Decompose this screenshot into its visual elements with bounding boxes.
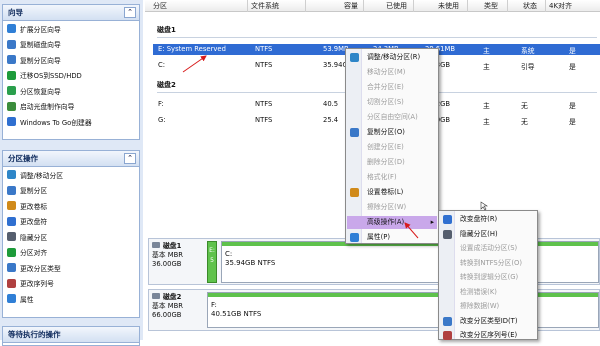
mouse-cursor-icon <box>480 201 488 211</box>
arrow-to-system-reserved <box>182 55 207 73</box>
arrow-to-advanced-ops <box>404 222 419 239</box>
annotation-arrows <box>182 55 488 239</box>
